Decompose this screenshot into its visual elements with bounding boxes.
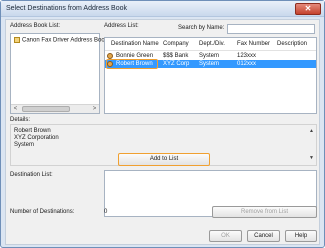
search-by-name-label: Search by Name: [178,25,225,31]
address-list-table[interactable]: Destination Name Company Dept./Div. Fax … [104,37,317,114]
scroll-right-icon[interactable]: > [90,105,99,113]
column-fax-number[interactable]: Fax Number [237,41,270,47]
scrollbar-thumb[interactable] [22,106,70,112]
scroll-up-icon[interactable]: ▲ [309,128,314,134]
address-book-list[interactable]: Canon Fax Driver Address Book < > [10,33,108,114]
add-to-list-button[interactable]: Add to List [118,153,210,166]
close-button[interactable]: ✕ [295,3,321,15]
address-list-label: Address List: [104,23,139,29]
select-destinations-dialog: Select Destinations from Address Book ✕ … [0,0,325,248]
destination-list-label: Destination List: [10,172,53,178]
dialog-title: Select Destinations from Address Book [6,5,128,12]
search-by-name-input[interactable] [227,24,315,34]
scroll-down-icon[interactable]: ▼ [309,155,314,161]
row-dept: System [199,53,220,59]
address-book-item[interactable]: Canon Fax Driver Address Book [14,37,108,44]
column-dept[interactable]: Dept./Div. [199,41,225,47]
selection-callout [106,59,158,69]
add-to-list-label: Add to List [149,156,179,162]
column-company[interactable]: Company [163,41,189,47]
row-dept: System [199,61,220,67]
horizontal-scrollbar[interactable]: < > [11,104,99,113]
address-book-icon [14,37,20,43]
ok-label: OK [221,233,230,239]
remove-from-list-label: Remove from List [240,209,288,215]
help-button[interactable]: Help [285,230,317,242]
title-bar[interactable]: Select Destinations from Address Book ✕ [1,1,324,17]
cancel-label: Cancel [254,233,273,239]
row-company: XYZ Corp [163,61,190,67]
details-dept: System [14,142,35,148]
dialog-body: Address Book List: Canon Fax Driver Addr… [5,19,320,245]
remove-from-list-button[interactable]: Remove from List [212,206,317,218]
scroll-left-icon[interactable]: < [11,105,20,113]
address-book-list-label: Address Book List: [10,23,61,29]
column-destination-name[interactable]: Destination Name [111,41,159,47]
cancel-button[interactable]: Cancel [247,230,280,242]
help-label: Help [294,233,308,239]
details-label: Details: [10,117,31,123]
number-of-destinations-label: Number of Destinations: [10,209,75,215]
row-company: $$$ Bank [163,53,189,59]
number-of-destinations-value: 0 [104,209,108,215]
column-description[interactable]: Description [277,41,307,47]
ok-button[interactable]: OK [209,230,242,242]
details-name: Robert Brown [14,128,51,134]
row-fax: 123xxx [237,53,257,59]
details-company: XYZ Corporation [14,135,59,141]
close-icon: ✕ [304,4,312,13]
address-book-item-label: Canon Fax Driver Address Book [22,37,108,44]
row-fax: 012xxx [237,61,257,67]
table-header: Destination Name Company Dept./Div. Fax … [105,38,316,51]
